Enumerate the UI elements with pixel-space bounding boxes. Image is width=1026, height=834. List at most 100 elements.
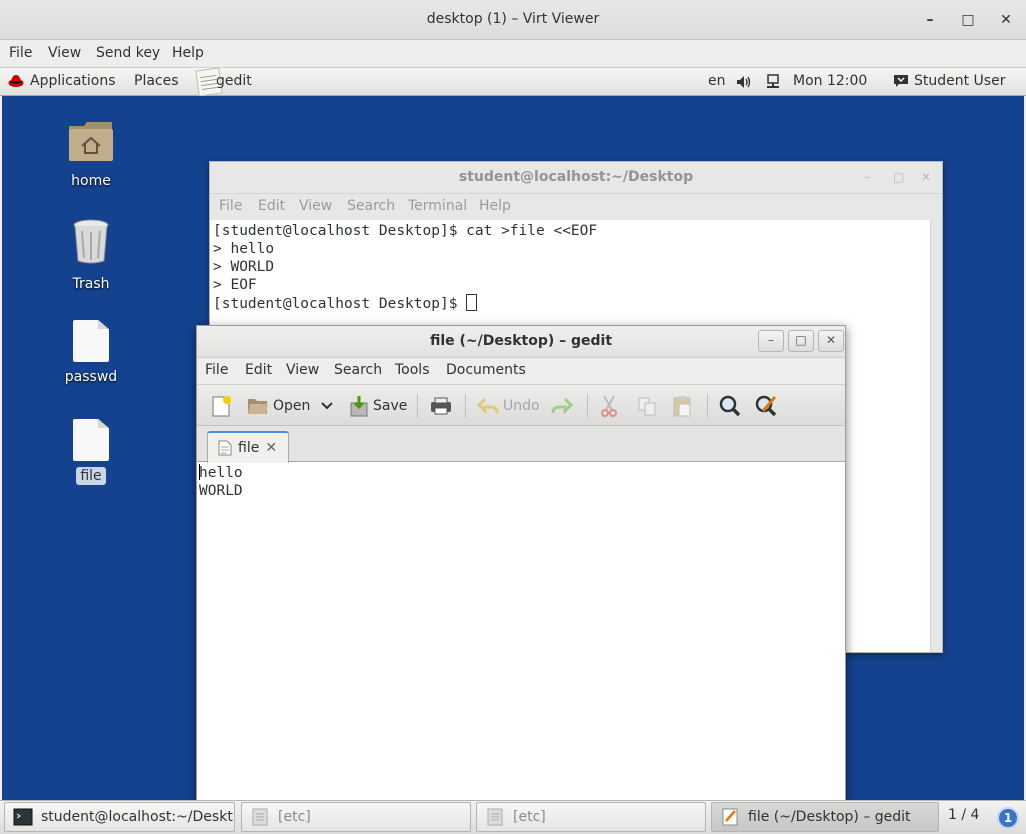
chevron-down-icon — [321, 402, 333, 410]
undo-icon — [477, 397, 499, 415]
notification-badge[interactable]: 1 — [997, 807, 1019, 829]
gnome-top-bar: Applications Places gedit en Mon 12:00 S… — [0, 67, 1026, 97]
menu-terminal[interactable]: Terminal — [408, 198, 467, 214]
paste-button[interactable] — [672, 393, 692, 419]
undo-label: Undo — [503, 398, 540, 414]
redo-button[interactable] — [551, 393, 573, 419]
toolbar-separator — [417, 394, 418, 418]
gedit-toolbar: Open Save Undo — [197, 384, 845, 426]
workspace-pager[interactable]: 1 / 4 — [948, 807, 979, 823]
redhat-icon — [8, 75, 24, 87]
menu-search[interactable]: Search — [334, 362, 382, 378]
text-editor[interactable]: hello WORLD — [197, 463, 845, 804]
minimize-button[interactable]: – — [864, 170, 870, 184]
taskbar-item-terminal[interactable]: student@localhost:~/Deskt... — [4, 802, 235, 832]
gedit-window[interactable]: file (~/Desktop) – gedit – □ ✕ File Edit… — [196, 325, 846, 805]
terminal-line: > WORLD — [213, 259, 275, 275]
terminal-title: student@localhost:~/Desktop — [458, 169, 694, 185]
new-document-button[interactable] — [210, 393, 232, 419]
save-icon — [350, 396, 368, 417]
save-label: Save — [373, 398, 408, 414]
virt-viewer-menubar: File View Send key Help — [0, 40, 1026, 68]
terminal-scrollbar[interactable] — [930, 220, 942, 652]
desktop-icon-label: file — [76, 467, 106, 485]
menu-file[interactable]: File — [205, 362, 228, 378]
active-app-menu[interactable]: gedit — [216, 73, 252, 89]
text-file-icon — [73, 419, 109, 461]
print-icon — [431, 397, 451, 415]
close-button[interactable]: ✕ — [996, 10, 1016, 30]
trash-icon — [73, 219, 109, 264]
desktop-icon-passwd[interactable]: passwd — [51, 320, 131, 386]
desktop-icon-label: passwd — [64, 369, 118, 385]
menu-edit[interactable]: Edit — [245, 362, 272, 378]
find-replace-button[interactable] — [755, 393, 779, 419]
terminal-titlebar: student@localhost:~/Desktop – □ ✕ — [210, 162, 942, 194]
undo-button[interactable]: Undo — [477, 393, 540, 419]
menu-view[interactable]: View — [299, 198, 332, 214]
taskbar-item-etc[interactable]: [etc] — [241, 802, 471, 832]
applications-menu[interactable]: Applications — [30, 73, 116, 89]
text-file-icon — [73, 320, 109, 362]
desktop-icon-file[interactable]: file — [51, 419, 131, 485]
menu-documents[interactable]: Documents — [446, 362, 526, 378]
menu-view[interactable]: View — [286, 362, 319, 378]
maximize-button[interactable]: □ — [958, 10, 978, 30]
terminal-line: > hello — [213, 241, 275, 257]
home-folder-icon — [69, 122, 113, 161]
copy-button[interactable] — [637, 393, 657, 419]
clock[interactable]: Mon 12:00 — [793, 73, 867, 89]
print-button[interactable] — [429, 393, 453, 419]
terminal-menubar: File Edit View Search Terminal Help — [210, 194, 942, 220]
terminal-line: > EOF — [213, 277, 257, 293]
toolbar-separator — [587, 394, 588, 418]
close-button[interactable]: ✕ — [818, 330, 844, 352]
open-button[interactable]: Open — [247, 393, 310, 419]
new-document-icon — [212, 396, 231, 417]
menu-edit[interactable]: Edit — [258, 198, 285, 214]
tab-file[interactable]: file ✕ — [207, 431, 289, 463]
find-button[interactable] — [719, 393, 741, 419]
volume-icon[interactable] — [736, 75, 752, 89]
user-menu[interactable]: Student User — [914, 73, 1005, 89]
save-button[interactable]: Save — [349, 393, 407, 419]
gedit-icon — [722, 808, 738, 826]
taskbar-item-label: student@localhost:~/Deskt... — [41, 809, 235, 825]
minimize-button[interactable]: – — [920, 10, 940, 30]
maximize-button[interactable]: □ — [893, 170, 904, 184]
menu-tools[interactable]: Tools — [395, 362, 430, 378]
taskbar-item-gedit[interactable]: file (~/Desktop) – gedit — [711, 802, 939, 832]
menu-help[interactable]: Help — [479, 198, 511, 214]
open-dropdown[interactable] — [321, 393, 333, 419]
folder-open-icon — [248, 399, 268, 414]
desktop-icon-trash[interactable]: Trash — [51, 217, 131, 293]
menu-file[interactable]: File — [9, 45, 32, 61]
gedit-tabbar: file ✕ — [197, 426, 845, 463]
input-language[interactable]: en — [708, 73, 726, 89]
cut-button[interactable] — [599, 393, 619, 419]
network-icon[interactable] — [765, 74, 781, 90]
minimize-button[interactable]: – — [758, 330, 784, 352]
gedit-menubar: File Edit View Search Tools Documents — [197, 358, 845, 384]
close-tab-icon[interactable]: ✕ — [265, 440, 277, 456]
menu-file[interactable]: File — [219, 198, 242, 214]
desktop-icon-home[interactable]: home — [51, 120, 131, 190]
close-button[interactable]: ✕ — [921, 170, 931, 184]
window-title: desktop (1) – Virt Viewer — [426, 11, 600, 27]
menu-search[interactable]: Search — [347, 198, 395, 214]
gedit-titlebar: file (~/Desktop) – gedit – □ ✕ — [197, 326, 845, 358]
menu-view[interactable]: View — [48, 45, 81, 61]
maximize-button[interactable]: □ — [788, 330, 814, 352]
toolbar-separator — [707, 394, 708, 418]
menu-help[interactable]: Help — [172, 45, 204, 61]
editor-line: hello — [199, 465, 243, 481]
cut-icon — [601, 395, 617, 417]
desktop-icon-label: Trash — [72, 276, 110, 292]
toolbar-separator — [465, 394, 466, 418]
file-manager-icon — [487, 808, 503, 826]
taskbar-item-etc[interactable]: [etc] — [476, 802, 706, 832]
places-menu[interactable]: Places — [134, 73, 179, 89]
search-icon — [719, 395, 741, 417]
menu-send-key[interactable]: Send key — [96, 45, 160, 61]
copy-icon — [638, 397, 656, 416]
